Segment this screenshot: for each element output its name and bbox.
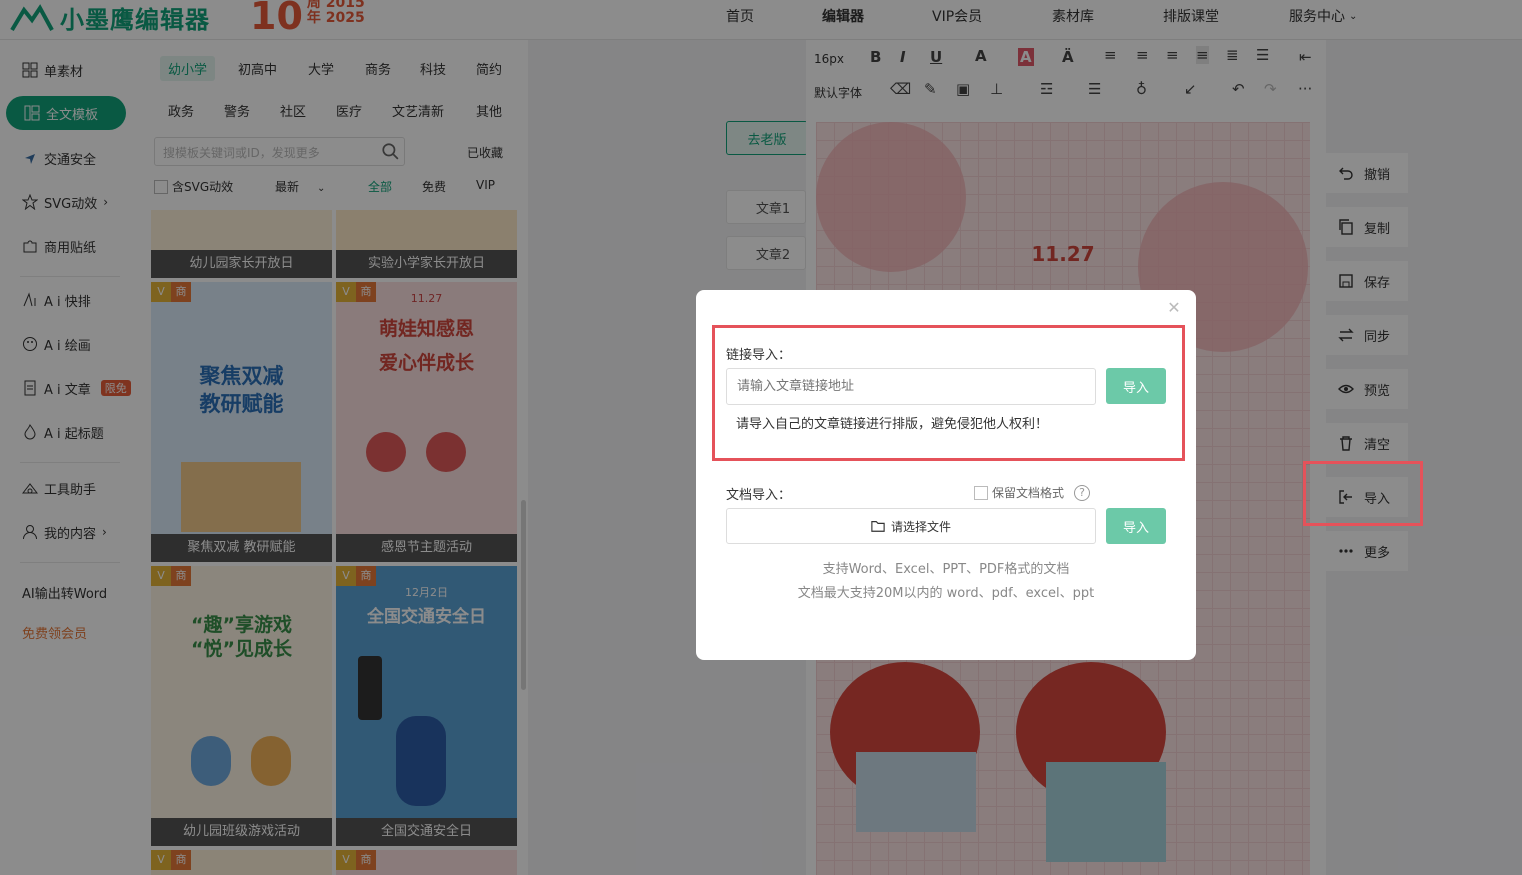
choose-file-button[interactable]: 请选择文件 — [726, 508, 1096, 544]
keep-format-option[interactable]: 保留文档格式 ? — [974, 484, 1091, 501]
doc-import-label: 文档导入： — [726, 488, 792, 503]
doc-import-button[interactable]: 导入 — [1106, 508, 1166, 544]
keep-format-checkbox[interactable] — [974, 485, 988, 500]
link-import-label: 链接导入： — [726, 348, 792, 363]
help-icon[interactable]: ? — [1074, 484, 1091, 501]
link-import-button[interactable]: 导入 — [1106, 368, 1166, 404]
import-dialog: ✕ 链接导入： 导入 请导入自己的文章链接进行排版，避免侵犯他人权利！ 文档导入… — [696, 290, 1196, 660]
folder-icon — [871, 521, 885, 532]
supported-formats-hint: 支持Word、Excel、PPT、PDF格式的文档 — [822, 562, 1070, 577]
import-highlight — [1303, 461, 1423, 526]
link-url-input[interactable] — [726, 368, 1096, 405]
keep-format-label: 保留文档格式 — [992, 486, 1065, 500]
max-size-hint: 文档最大支持20M以内的 word、pdf、excel、ppt — [797, 586, 1095, 601]
close-icon[interactable]: ✕ — [1166, 300, 1182, 316]
link-import-note: 请导入自己的文章链接进行排版，避免侵犯他人权利！ — [736, 417, 1049, 432]
choose-file-label: 请选择文件 — [890, 519, 951, 534]
